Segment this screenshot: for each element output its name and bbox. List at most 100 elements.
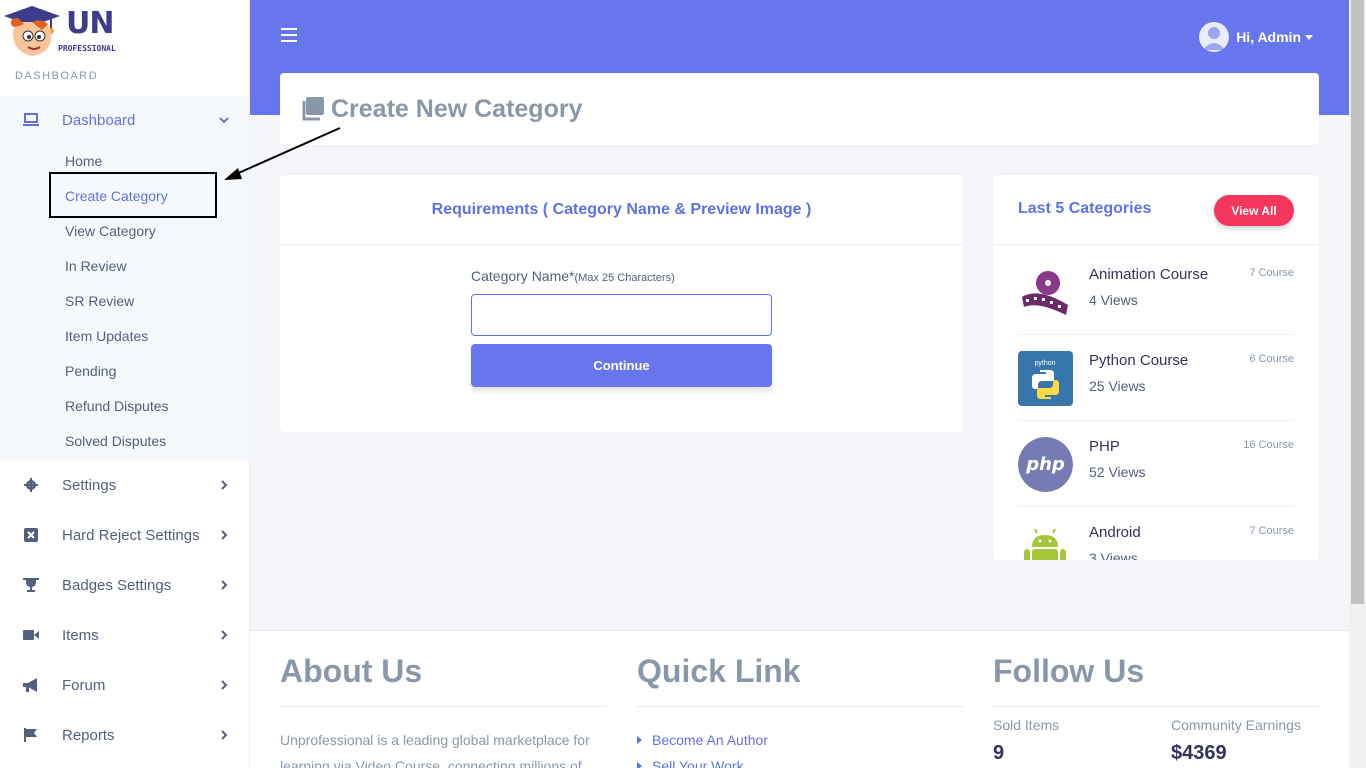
field-label-text: Category Name*	[471, 268, 575, 284]
page-scrollbar[interactable]	[1349, 0, 1366, 768]
category-count: 16 Course	[1243, 439, 1294, 451]
gear-icon	[22, 476, 40, 494]
sidebar-item-label: Forum	[62, 676, 106, 694]
last-categories-card: Last 5 Categories View All Animation Cou…	[993, 175, 1319, 560]
footer-link-label: Sell Your Work	[652, 758, 744, 768]
chevron-right-icon	[221, 630, 228, 640]
footer-about: About Us Unprofessional is a leading glo…	[280, 653, 606, 768]
sidebar-subitem-item-updates[interactable]: Item Updates	[65, 328, 148, 344]
category-count: 7 Course	[1249, 267, 1294, 279]
sidebar-item-reports[interactable]: Reports	[0, 710, 249, 760]
footer-quick-title: Quick Link	[637, 653, 963, 707]
category-item[interactable]: php PHP 52 Views 16 Course	[1018, 421, 1294, 507]
laptop-icon	[22, 111, 40, 129]
sidebar-item-forum[interactable]: Forum	[0, 660, 249, 710]
sidebar-heading: DASHBOARD	[15, 70, 99, 82]
category-count: 6 Course	[1249, 353, 1294, 365]
stat-label: Community Earnings	[1171, 717, 1301, 733]
caret-right-icon	[637, 762, 642, 768]
sidebar-item-items[interactable]: Items	[0, 610, 249, 660]
copy-icon	[300, 97, 324, 126]
user-menu[interactable]: Hi, Admin	[1199, 22, 1313, 52]
sidebar-item-label: Items	[62, 626, 99, 644]
sidebar-item-label: Reports	[62, 726, 115, 744]
sidebar-item-label: Hard Reject Settings	[62, 526, 200, 544]
category-views: 52 Views	[1089, 464, 1146, 480]
category-item[interactable]: python Python Course 25 Views 6 Course	[1018, 335, 1294, 421]
film-reel-icon	[1018, 265, 1073, 320]
stat-value: 9	[993, 742, 1005, 764]
avatar	[1199, 22, 1230, 52]
sidebar-subitem-view-category[interactable]: View Category	[65, 223, 156, 239]
last-categories-heading: Last 5 Categories	[1018, 200, 1152, 217]
php-thumb-label: php	[1025, 454, 1065, 475]
megaphone-icon	[22, 676, 40, 694]
sidebar: UN PROFESSIONAL DASHBOARD Dashboard Home…	[0, 0, 250, 768]
sidebar-subitem-refund-disputes[interactable]: Refund Disputes	[65, 398, 169, 414]
category-item[interactable]: Animation Course 4 Views 7 Course	[1018, 249, 1294, 335]
close-box-icon	[22, 526, 40, 544]
python-thumb-label: python	[1034, 360, 1055, 367]
sidebar-item-hard-reject-settings[interactable]: Hard Reject Settings	[0, 510, 249, 560]
chevron-down-icon	[219, 117, 229, 124]
footer-link-sell-work[interactable]: Sell Your Work	[637, 753, 963, 768]
sidebar-subitem-pending[interactable]: Pending	[65, 363, 116, 379]
sidebar-item-settings[interactable]: Settings	[0, 460, 249, 510]
stat-sold-items: Sold Items 9	[993, 717, 1059, 765]
scrollbar-thumb[interactable]	[1351, 0, 1364, 604]
stat-value: $4369	[1171, 742, 1227, 764]
menu-toggle-icon[interactable]	[281, 28, 297, 42]
footer-follow: Follow Us	[993, 653, 1319, 707]
footer-link-label: Become An Author	[652, 732, 768, 748]
continue-button[interactable]: Continue	[471, 344, 772, 387]
view-all-button[interactable]: View All	[1214, 195, 1294, 226]
footer-follow-title: Follow Us	[993, 653, 1319, 707]
page-title: Create New Category	[331, 95, 583, 123]
category-item[interactable]: Android 3 Views 7 Course	[1018, 507, 1294, 560]
python-logo-icon: python	[1018, 351, 1073, 406]
logo-subtext: PROFESSIONAL	[58, 44, 116, 53]
php-logo-icon: php	[1018, 437, 1073, 492]
chevron-right-icon	[221, 580, 228, 590]
sidebar-subitem-in-review[interactable]: In Review	[65, 258, 126, 274]
category-name-input[interactable]	[471, 294, 772, 336]
chevron-right-icon	[221, 680, 228, 690]
last-categories-header: Last 5 Categories View All	[993, 175, 1319, 245]
sidebar-item-label: Settings	[62, 476, 117, 494]
brand-logo[interactable]: UN PROFESSIONAL	[2, 4, 132, 62]
page-header-card: Create New Category	[280, 73, 1319, 145]
flag-icon	[22, 726, 40, 744]
video-camera-icon	[22, 626, 40, 644]
requirements-card: Requirements ( Category Name & Preview I…	[280, 175, 963, 432]
sidebar-subitem-solved-disputes[interactable]: Solved Disputes	[65, 433, 166, 449]
trophy-icon	[22, 576, 40, 594]
category-name: Python Course	[1089, 352, 1189, 369]
stat-community-earnings: Community Earnings $4369	[1171, 717, 1301, 765]
footer-about-text: Unprofessional is a leading global marke…	[280, 732, 590, 768]
footer-link-become-author[interactable]: Become An Author	[637, 727, 963, 753]
category-name-label: Category Name*(Max 25 Characters)	[471, 268, 675, 284]
category-views: 3 Views	[1089, 550, 1138, 560]
category-views: 4 Views	[1089, 292, 1138, 308]
sidebar-subitem-home[interactable]: Home	[65, 153, 102, 169]
footer-about-title: About Us	[280, 653, 606, 707]
footer: About Us Unprofessional is a leading glo…	[250, 630, 1349, 768]
user-greeting: Hi, Admin	[1236, 29, 1301, 45]
category-name: PHP	[1089, 438, 1120, 455]
category-views: 25 Views	[1089, 378, 1146, 394]
chevron-right-icon	[221, 730, 228, 740]
android-logo-icon	[1018, 523, 1073, 560]
sidebar-item-label: Badges Settings	[62, 576, 172, 594]
footer-quick-links: Quick Link Become An Author Sell Your Wo…	[637, 653, 963, 768]
sidebar-item-label: Dashboard	[62, 111, 136, 129]
logo-text: UN	[66, 6, 114, 41]
requirements-heading: Requirements ( Category Name & Preview I…	[280, 175, 963, 245]
mascot-icon	[4, 6, 60, 56]
category-name: Animation Course	[1089, 266, 1209, 283]
caret-right-icon	[637, 736, 642, 744]
sidebar-item-dashboard[interactable]: Dashboard	[0, 95, 249, 145]
category-name: Android	[1089, 524, 1141, 541]
field-hint: (Max 25 Characters)	[574, 272, 675, 284]
sidebar-item-badges-settings[interactable]: Badges Settings	[0, 560, 249, 610]
sidebar-subitem-sr-review[interactable]: SR Review	[65, 293, 134, 309]
